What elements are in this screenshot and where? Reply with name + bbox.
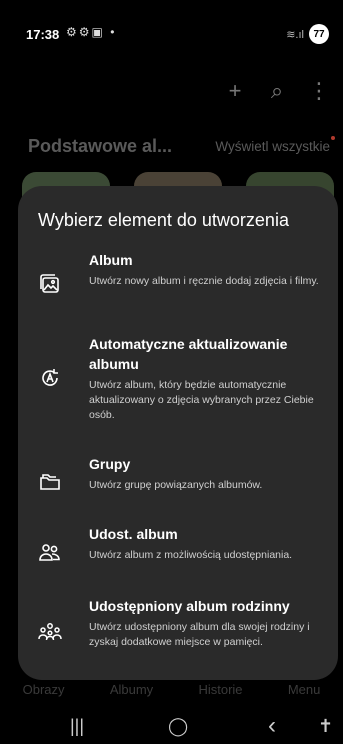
album-icon [38, 272, 62, 296]
option-title: Udost. album [89, 526, 178, 542]
option-title: Udostępniony album rodzinny [89, 598, 290, 614]
toolbar: + ⌕ ⋮ [223, 78, 331, 104]
option-description: Utwórz nowy album i ręcznie dodaj zdjęci… [89, 275, 319, 287]
option-title: Automatyczne aktualizowanie albumu [89, 336, 288, 372]
option-description: Utwórz album, który będzie automatycznie… [89, 379, 314, 421]
signal-icon: ≋.ıl [286, 28, 304, 41]
shared-album-icon [38, 540, 62, 564]
option-title: Grupy [89, 456, 131, 472]
option-description: Utwórz grupę powiązanych albumów. [89, 479, 263, 491]
family-album-icon [38, 620, 62, 644]
auto-update-icon [38, 366, 62, 390]
more-options-icon[interactable]: ⋮ [307, 78, 331, 104]
see-all-link[interactable]: Wyświetl wszystkie [215, 139, 330, 154]
tab-stories[interactable]: Historie [198, 682, 242, 697]
notification-icons: ⚙⚙▣ • [66, 25, 117, 39]
tab-albums[interactable]: Albumy [110, 682, 153, 697]
option-family-album[interactable]: Udostępniony album rodzinny Utwórz udost… [18, 596, 338, 672]
option-title: Album [89, 252, 133, 268]
option-album[interactable]: Album Utwórz nowy album i ręcznie dodaj … [18, 250, 338, 310]
recents-button[interactable]: ||| [70, 716, 84, 737]
option-groups[interactable]: Grupy Utwórz grupę powiązanych albumów. [18, 454, 338, 504]
option-description: Utwórz album z możliwością udostępniania… [89, 549, 293, 561]
option-shared-album[interactable]: Udost. album Utwórz album z możliwością … [18, 524, 338, 574]
create-sheet: Wybierz element do utworzenia Album Utwó… [18, 186, 338, 680]
back-button[interactable]: ‹ [268, 712, 276, 740]
tab-menu[interactable]: Menu [288, 682, 321, 697]
section-title[interactable]: Podstawowe al... [28, 136, 172, 157]
navigation-bar: ||| ◯ ‹ ✝ [0, 712, 343, 744]
add-icon[interactable]: + [223, 78, 247, 104]
status-time: 17:38 [26, 27, 60, 42]
search-icon[interactable]: ⌕ [265, 78, 289, 104]
bottom-tabs: Obrazy Albumy Historie Menu [0, 682, 343, 697]
status-right: ≋.ıl 77 [286, 24, 329, 44]
option-auto-update-album[interactable]: Automatyczne aktualizowanie albumu Utwór… [18, 334, 338, 434]
status-bar: 17:38 ⚙⚙▣ • ≋.ıl 77 [0, 0, 343, 50]
sheet-title: Wybierz element do utworzenia [38, 210, 289, 230]
notification-dot [331, 136, 335, 140]
option-description: Utwórz udostępniony album dla swojej rod… [89, 621, 310, 648]
accessibility-icon[interactable]: ✝ [318, 716, 333, 737]
battery-icon: 77 [309, 24, 329, 44]
home-button[interactable]: ◯ [168, 716, 188, 737]
tab-pictures[interactable]: Obrazy [23, 682, 65, 697]
folder-icon [38, 470, 62, 494]
